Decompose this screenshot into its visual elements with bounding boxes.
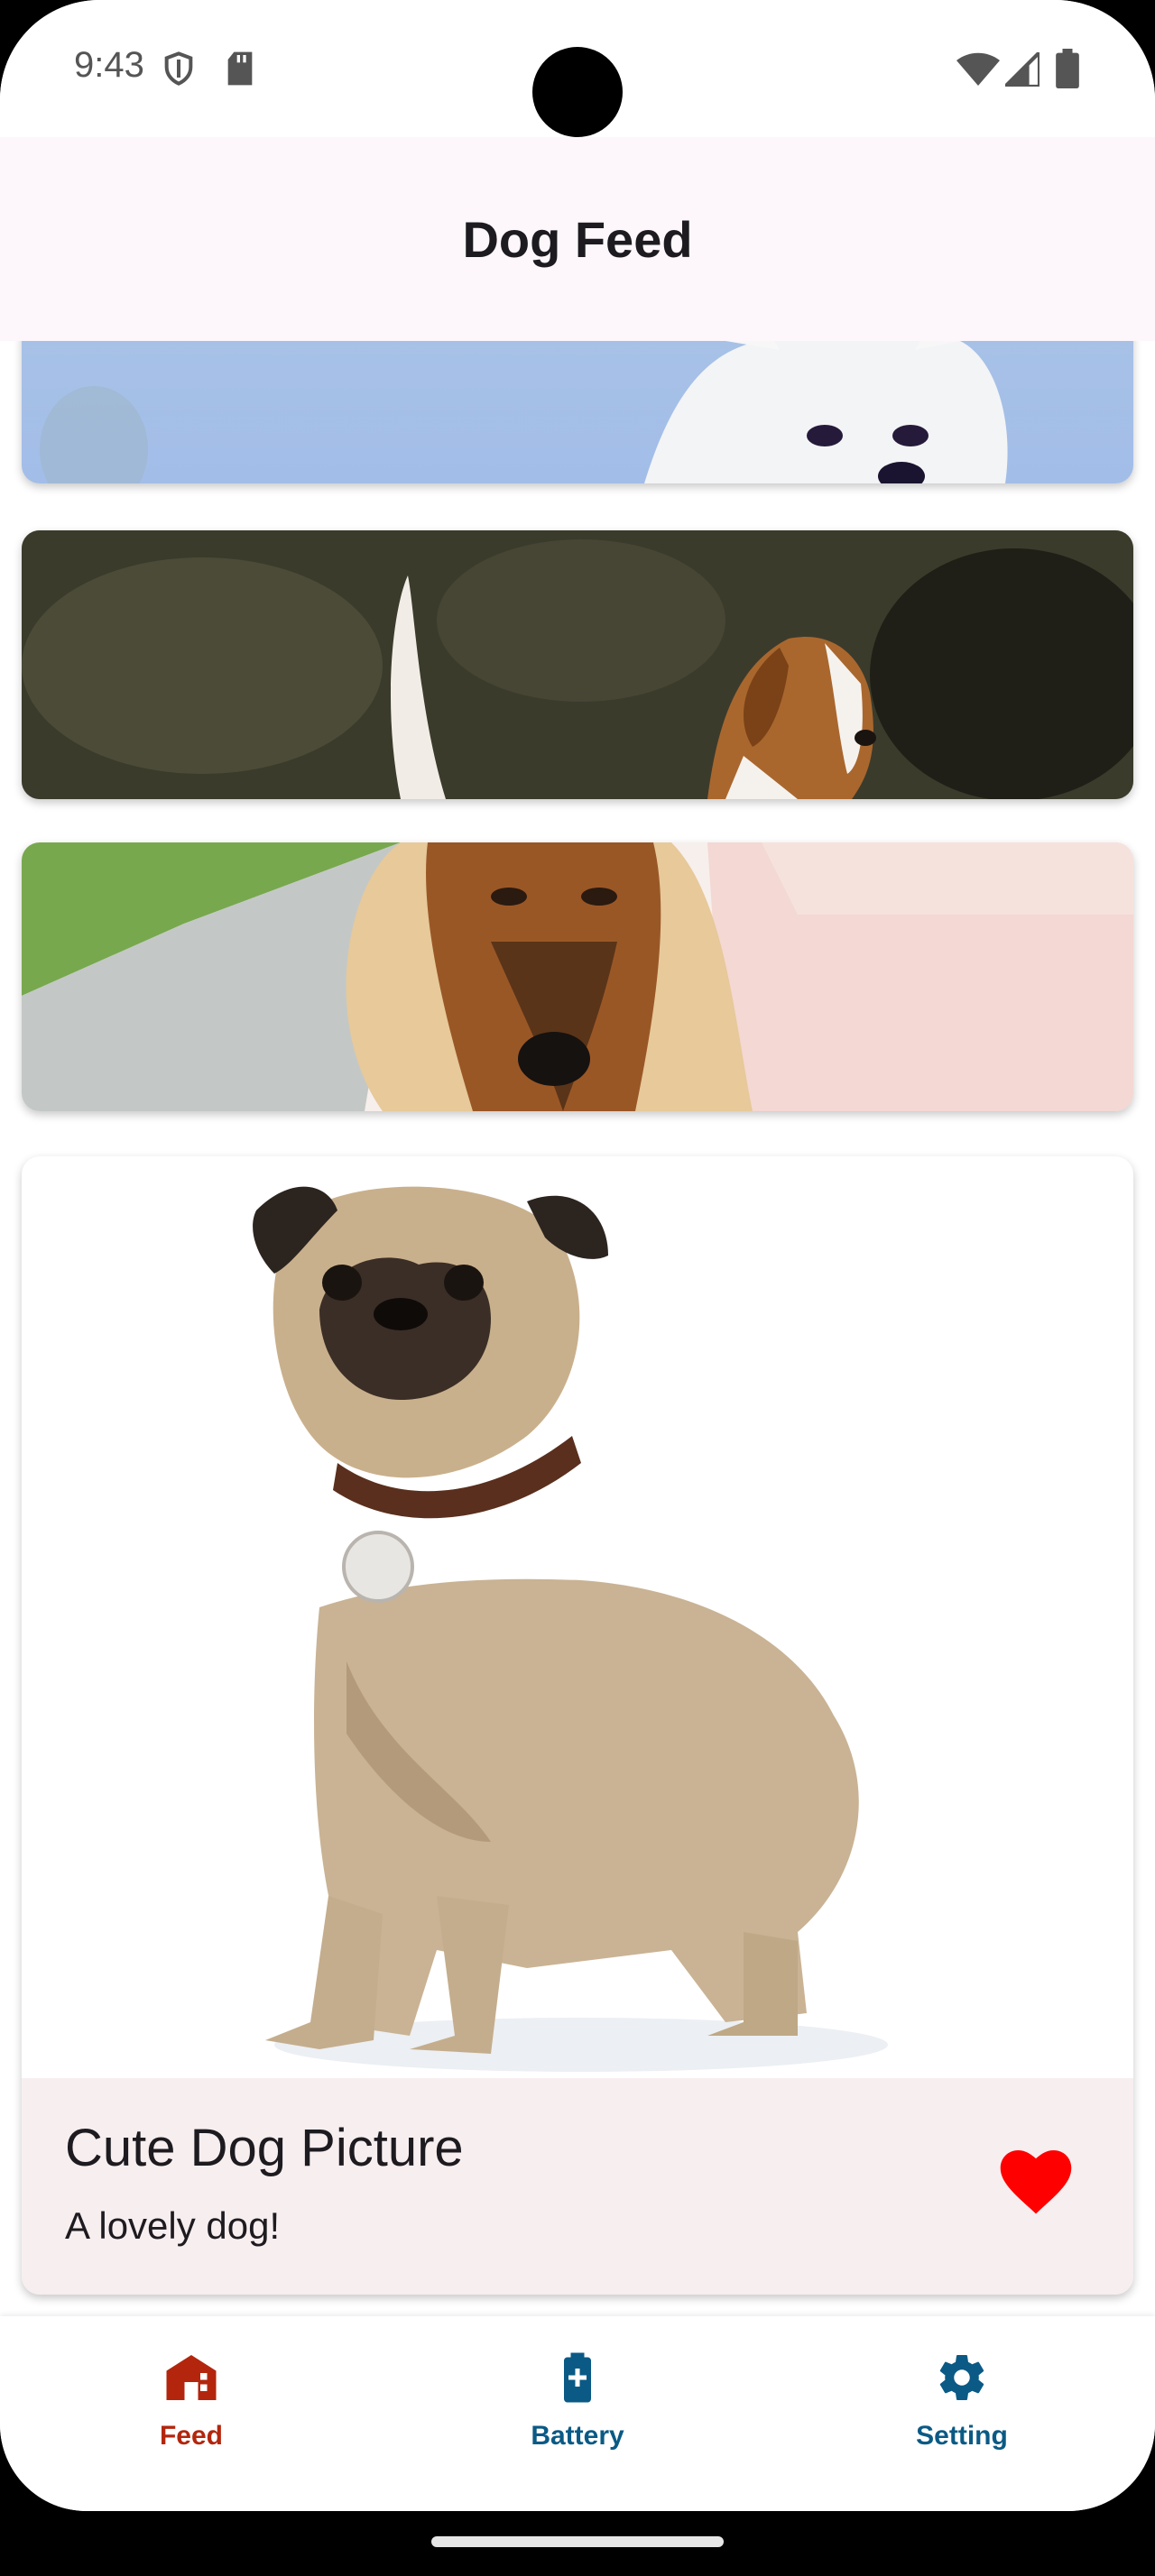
battery-plus-icon [550, 2351, 605, 2405]
card-title: Cute Dog Picture [65, 2119, 464, 2177]
heart-icon[interactable] [1000, 2150, 1081, 2222]
status-time: 9:43 [74, 45, 144, 85]
afghan-hound-dog-photo [22, 842, 1133, 1111]
app-title: Dog Feed [462, 210, 693, 268]
gesture-navigation-handle[interactable] [431, 2536, 724, 2547]
white-spitz-dog-photo [22, 341, 1133, 483]
card-caption: Cute Dog Picture A lovely dog! [22, 2078, 1133, 2295]
card-description: A lovely dog! [65, 2204, 281, 2247]
nav-item-feed[interactable]: Feed [83, 2351, 300, 2452]
wifi-icon [956, 52, 1000, 91]
pug-dog-photo [22, 1156, 1133, 2078]
dog-feed-list[interactable]: Cute Dog Picture A lovely dog! [0, 341, 1155, 2316]
top-app-bar: Dog Feed [0, 137, 1155, 341]
bottom-navigation-bar: Feed Battery Setting [0, 2316, 1155, 2511]
front-camera [532, 47, 623, 137]
shield-icon [161, 51, 197, 91]
dog-card-featured[interactable]: Cute Dog Picture A lovely dog! [22, 1156, 1133, 2295]
nav-item-battery[interactable]: Battery [469, 2351, 686, 2452]
nav-item-setting[interactable]: Setting [854, 2351, 1070, 2452]
nav-label-feed: Feed [159, 2421, 224, 2451]
gear-icon [935, 2351, 989, 2405]
dog-card[interactable] [22, 341, 1133, 483]
battery-icon [1056, 49, 1079, 93]
sd-card-icon [224, 51, 256, 91]
nav-label-setting: Setting [916, 2421, 1008, 2451]
beagle-hound-dog-photo [22, 530, 1133, 799]
dog-card[interactable] [22, 530, 1133, 799]
home-icon [164, 2351, 218, 2405]
dog-card[interactable] [22, 842, 1133, 1111]
phone-screen: 9:43 Dog Feed Cute Dog Picture A lovely … [0, 0, 1155, 2511]
signal-icon [1000, 47, 1042, 91]
status-bar: 9:43 [0, 0, 1155, 137]
nav-label-battery: Battery [531, 2421, 624, 2451]
